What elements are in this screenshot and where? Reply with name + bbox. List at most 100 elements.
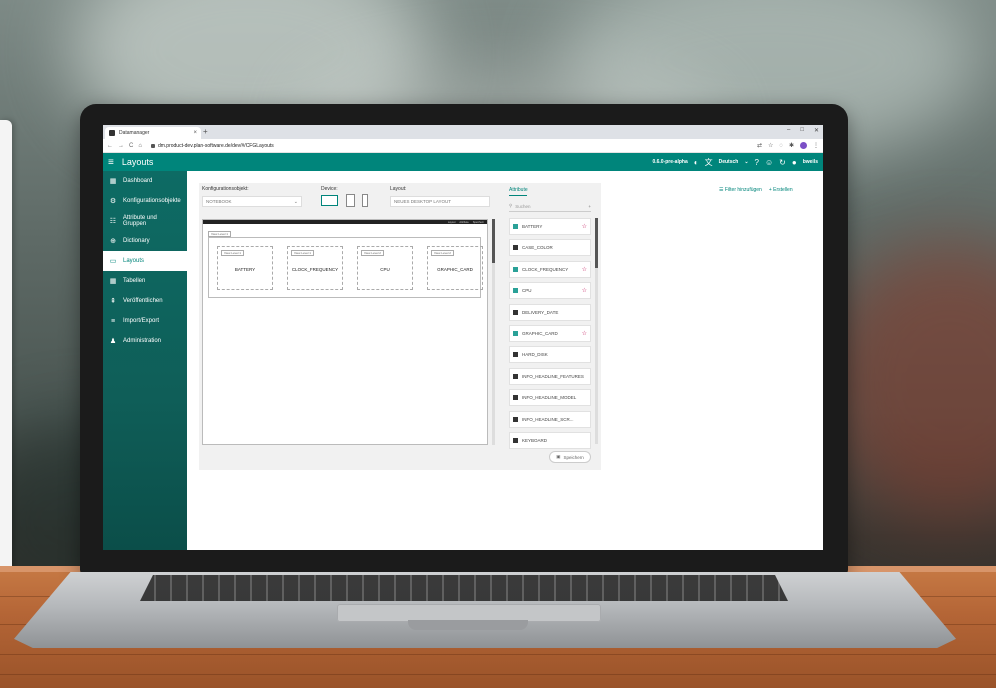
attribute-list-item[interactable]: INFO_HEADLINE_MODEL [509, 389, 591, 407]
phone-device-icon[interactable] [362, 194, 368, 207]
config-object-label: Konfigurationsobjekt: [202, 186, 249, 192]
feedback-smiley-icon[interactable]: ☺ [765, 158, 773, 167]
layout-canvas[interactable]: Layout Attribute Speichern View Level 1 … [202, 219, 488, 445]
attribute-list-item[interactable]: CLOCK_FREQUENCY ☆ [509, 260, 591, 278]
browser-tab[interactable]: Datamanager × [105, 127, 201, 139]
theme-toggle-icon[interactable]: ◐ [694, 158, 699, 167]
favorite-star-icon[interactable]: ☆ [582, 223, 587, 230]
create-button[interactable]: + Erstellen [769, 187, 793, 193]
attribute-name: BATTERY [522, 224, 543, 229]
sidebar-item-dashboard[interactable]: ▦ Dashboard [103, 171, 187, 191]
save-button[interactable]: ▣ Speichern [549, 451, 591, 463]
attribute-list-item[interactable]: INFO_HEADLINE_FEATURES [509, 367, 591, 385]
favorite-star-icon[interactable]: ☆ [582, 330, 587, 337]
attribute-list-item[interactable]: HARD_DISK [509, 346, 591, 364]
attribute-card[interactable]: View Level 2 GRAPHIC_CARD [427, 246, 483, 290]
close-window-button[interactable]: ✕ [814, 127, 819, 134]
attribute-group[interactable]: View Level 1 BATTERY View Level 1 CLOCK_FR… [208, 237, 483, 298]
chevron-down-icon: ⌄ [293, 198, 298, 205]
address-field[interactable]: dm.product-dev.plan-software.de/dev/#/CF… [150, 143, 274, 149]
sidebar-item-label: Veröffentlichen [123, 298, 163, 304]
home-icon[interactable]: ⌂ [138, 143, 142, 149]
sidebar-item-label: Import/Export [123, 318, 160, 324]
window-controls: – □ ✕ [787, 127, 819, 134]
sidebar-item-dictionary[interactable]: ⊕ Dictionary [103, 231, 187, 251]
favicon-icon [109, 130, 115, 136]
browser-menu-icon[interactable]: ⋮ [813, 142, 819, 149]
account-icon[interactable]: ● [792, 158, 797, 167]
puzzle-icon[interactable]: ✱ [789, 142, 794, 149]
publish-icon: ⇞ [110, 298, 116, 305]
tablet-device-icon[interactable] [346, 194, 355, 207]
attribute-type-icon [513, 309, 518, 315]
attribute-list-item[interactable]: CPU ☆ [509, 282, 591, 300]
back-icon[interactable]: ← [107, 143, 113, 149]
config-object-select[interactable]: NOTEBOOK ⌄ [202, 196, 302, 207]
attribute-name: HARD_DISK [522, 352, 548, 358]
attribute-list-item[interactable]: BATTERY ☆ [509, 218, 591, 235]
refresh-icon[interactable]: ↻ [779, 158, 786, 167]
attribute-type-icon [513, 330, 518, 336]
save-icon: ▣ [556, 454, 561, 459]
favorite-star-icon[interactable]: ☆ [582, 287, 587, 294]
page-title: Layouts [121, 157, 154, 167]
attribute-name: KEYBOARD [522, 437, 548, 443]
config-objects-icon: ⚙ [109, 198, 117, 205]
sidebar-item-layouts[interactable]: ▭ Layouts [103, 251, 187, 271]
sidebar-item-label: Attribute und Gruppen [122, 215, 157, 227]
canvas-scrollbar[interactable] [492, 219, 495, 445]
user-name[interactable]: bweils [803, 159, 818, 165]
attribute-list-item[interactable]: DELIVERY_DATE [509, 303, 591, 321]
sidebar-item-attribute-und-gruppen[interactable]: ☷ Attribute und Gruppen [103, 211, 187, 231]
translate-icon[interactable]: ⇄ [757, 142, 762, 149]
attribute-type-icon [513, 373, 518, 379]
add-filter-button[interactable]: ☰ Filter hinzufügen [719, 187, 762, 193]
maximize-button[interactable]: □ [800, 127, 804, 134]
sidebar-item-import-export[interactable]: ≡ Import/Export [103, 311, 187, 331]
attribute-type-icon [513, 437, 518, 443]
page-actions: ☰ Filter hinzufügen + Erstellen [719, 187, 793, 193]
attribute-type-icon [513, 416, 518, 422]
sidebar-item-konfigurationsobjekte[interactable]: ⚙ Konfigurationsobjekte [103, 191, 187, 211]
help-icon[interactable]: ? [755, 158, 759, 167]
chevron-down-icon[interactable]: ⌄ [744, 159, 748, 165]
database-icon: ≡ [110, 317, 116, 325]
sidebar-item-label: Tabellen [123, 278, 146, 284]
attribute-card[interactable]: View Level 1 CLOCK_FREQUENCY [287, 246, 343, 290]
desktop-device-icon[interactable] [321, 195, 338, 206]
attribute-card[interactable]: View Level 2 CPU [357, 246, 413, 290]
sidebar-item-tabellen[interactable]: ▦ Tabellen [103, 271, 187, 291]
attribute-list-scrollbar[interactable] [595, 218, 598, 444]
layout-name-field[interactable]: NEUES DESKTOP LAYOUT [390, 196, 490, 207]
plus-icon: + [768, 187, 772, 193]
browser-extensions: ⇄ ☆ ◌ ✱ ⋮ [757, 142, 819, 149]
attribute-search-input[interactable]: ⚲ Suchen + [509, 201, 591, 212]
sidebar-item-administration[interactable]: ♟ Administration [103, 331, 187, 351]
attribute-list-item[interactable]: KEYBOARD [509, 431, 591, 449]
profile-avatar[interactable] [800, 142, 807, 149]
sidebar-item-label: Dashboard [123, 178, 153, 184]
sidebar-item-ver-ffentlichen[interactable]: ⇞ Veröffentlichen [103, 291, 187, 311]
forward-icon[interactable]: → [118, 143, 124, 149]
attribute-type-icon [513, 266, 518, 272]
new-tab-button[interactable]: + [203, 127, 208, 136]
app-header: ≡ Layouts 0.6.0-pre-alpha ◐ 文 Deutsch ⌄ … [103, 153, 823, 171]
bookmark-star-icon[interactable]: ☆ [768, 142, 773, 149]
main-content: Konfigurationsobjekt: NOTEBOOK ⌄ Device: … [187, 171, 823, 550]
attribute-list-item[interactable]: CASE_COLOR [509, 239, 591, 257]
minimize-button[interactable]: – [787, 127, 790, 134]
attributes-tab[interactable]: Attribute [509, 187, 528, 193]
add-icon[interactable]: + [588, 204, 591, 209]
attribute-list-item[interactable]: GRAPHIC_CARD ☆ [509, 324, 591, 342]
close-tab-icon[interactable]: × [193, 130, 197, 136]
attribute-list-item[interactable]: INFO_HEADLINE_SCR... [509, 410, 591, 428]
extension-icon[interactable]: ◌ [779, 143, 783, 149]
attribute-card[interactable]: View Level 1 BATTERY [217, 246, 273, 290]
hamburger-menu-icon[interactable]: ≡ [108, 157, 114, 168]
language-selector[interactable]: Deutsch [719, 159, 739, 165]
tab-title: Datamanager [119, 130, 150, 136]
device-label: Device: [321, 186, 338, 192]
favorite-star-icon[interactable]: ☆ [582, 266, 587, 273]
filter-icon: ☰ [719, 187, 724, 193]
reload-icon[interactable]: C [129, 143, 133, 149]
